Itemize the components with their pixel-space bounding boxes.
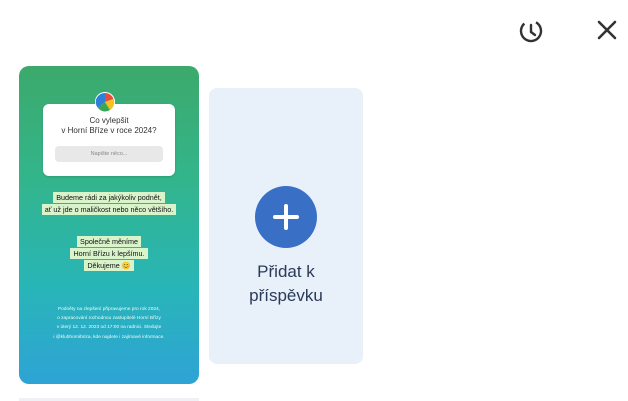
add-to-post-label-line2: příspěvku	[249, 286, 323, 305]
story-thumbnail[interactable]: Co vylepšit v Horní Bříze v roce 2024? N…	[19, 66, 199, 384]
question-sticker: Co vylepšit v Horní Bříze v roce 2024? N…	[43, 92, 175, 176]
question-input-placeholder: Napište něco...	[90, 151, 128, 157]
question-line1: Co vylepšit	[89, 116, 129, 125]
story-text-line1: Budeme rádi za jakýkoliv podnět,	[19, 192, 199, 204]
plus-icon[interactable]	[255, 186, 317, 248]
story-text-line5-label: Děkujeme 😊	[84, 260, 134, 271]
history-timer-icon[interactable]	[513, 12, 549, 48]
story-text-line2: ať už jde o maličkost nebo něco většího.	[19, 204, 199, 216]
story-text-line4: Horní Břízu k lepšímu.	[19, 248, 199, 260]
story-text-line5: Děkujeme 😊	[19, 260, 199, 272]
story-footnote-line4: i @klubhornibriza, kde najdete i zajímav…	[53, 335, 165, 340]
question-input: Napište něco...	[55, 146, 163, 162]
add-to-post-label: Přidat k příspěvku	[209, 260, 363, 308]
story-footnote-line1: Podněty na zlepšení připravujeme pro rok…	[57, 307, 161, 312]
story-text-line3: Společně měníme	[19, 236, 199, 248]
close-icon[interactable]	[589, 12, 625, 48]
story-text-line1-label: Budeme rádi za jakýkoliv podnět,	[53, 192, 165, 203]
question-title: Co vylepšit v Horní Bříze v roce 2024?	[43, 116, 175, 136]
avatar	[95, 92, 115, 112]
story-footnote-line3: v úterý 12. 12. 2023 od 17:00 na radnici…	[56, 325, 162, 330]
add-to-post-label-line1: Přidat k	[257, 262, 315, 281]
question-line2: v Horní Bříze v roce 2024?	[61, 126, 157, 135]
story-text-line3-label: Společně měníme	[77, 236, 141, 247]
story-text-line4-label: Horní Břízu k lepšímu.	[70, 248, 148, 259]
add-to-post-card[interactable]: Přidat k příspěvku	[209, 88, 363, 364]
story-footnote-line2: o zapracování rozhodnou zastupitelé Horn…	[57, 316, 161, 321]
story-text-line2-label: ať už jde o maličkost nebo něco většího.	[41, 204, 177, 215]
